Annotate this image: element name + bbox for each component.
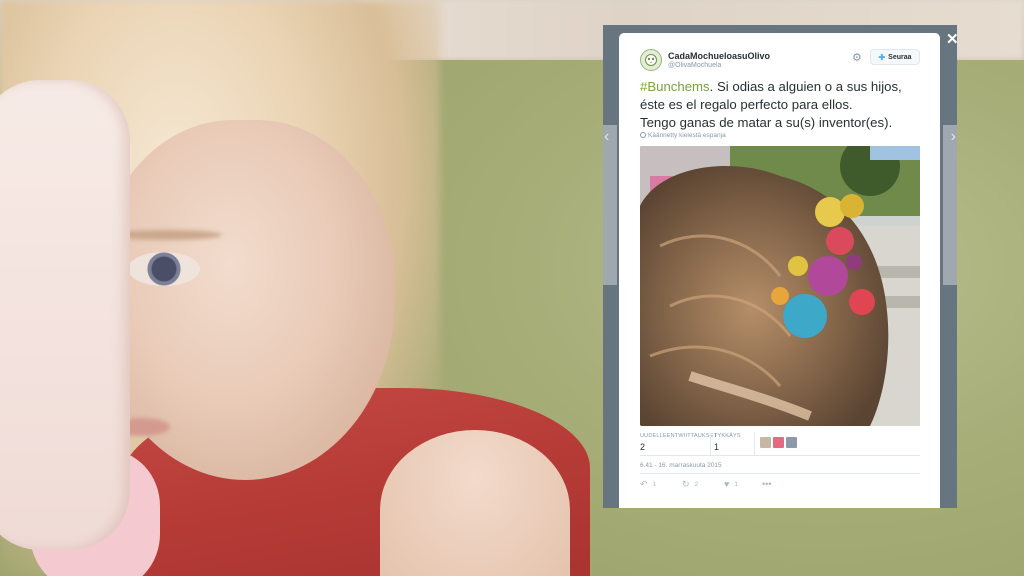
globe-icon [640, 132, 646, 138]
more-button[interactable]: ••• [762, 479, 771, 489]
tweet-timestamp[interactable]: 6.41 - 16. marraskuuta 2015 [640, 462, 722, 469]
tweet-media-photo[interactable] [640, 146, 920, 426]
retweet-count: 2 [694, 481, 699, 488]
translation-label: Käännetty kielestä espanja [648, 132, 726, 139]
follow-button[interactable]: ✚ Seuraa [870, 49, 920, 65]
like-button[interactable]: ♥ 1 [724, 479, 738, 489]
likes-label: TYKKÄYS [714, 433, 741, 439]
tweet-card: CadaMochueloasuOlivo @OlivaMochuela ⚙ ✚ … [619, 33, 940, 508]
add-user-icon: ✚ [878, 52, 886, 62]
liker-avatar[interactable] [786, 437, 797, 448]
retweets-label: UUDELLEENTWIITTAUKSET [640, 433, 718, 439]
tweet-text-line3: Tengo ganas de matar a su(s) inventor(es… [640, 115, 893, 130]
likes-count: 1 [714, 442, 720, 452]
follow-label: Seuraa [888, 53, 912, 61]
avatar[interactable] [640, 49, 662, 71]
gear-icon[interactable]: ⚙ [852, 52, 864, 64]
reply-count: 1 [652, 481, 657, 488]
translation-note[interactable]: Käännetty kielestä espanja [640, 132, 726, 139]
tweet-text: #Bunchems. Si odias a alguien o a sus hi… [640, 78, 930, 132]
chevron-right-icon[interactable]: › [951, 128, 956, 146]
retweet-button[interactable]: ↻ 2 [682, 479, 698, 490]
liker-avatar[interactable] [773, 437, 784, 448]
background-eye [128, 252, 200, 286]
hashtag-link[interactable]: #Bunchems [640, 79, 710, 94]
overlay-strip-right [943, 125, 957, 285]
tweet-actions: ↶ 1 ↻ 2 ♥ 1 ••• [640, 479, 920, 491]
user-handle[interactable]: @OlivaMochuela [668, 62, 721, 69]
retweets-stat[interactable]: UUDELLEENTWIITTAUKSET 2 [640, 433, 717, 452]
tweet-header: CadaMochueloasuOlivo @OlivaMochuela ⚙ ✚ … [640, 49, 920, 73]
tweet-text-line2: éste es el regalo perfecto para ellos. [640, 97, 853, 112]
reply-icon: ↶ [640, 479, 648, 489]
owl-icon [645, 54, 657, 66]
retweet-icon: ↻ [682, 479, 690, 489]
background-shoulder [380, 430, 570, 576]
close-icon[interactable]: ✕ [946, 30, 959, 48]
liker-avatar[interactable] [760, 437, 771, 448]
background-toy [0, 80, 130, 550]
user-name[interactable]: CadaMochueloasuOlivo [668, 51, 770, 61]
more-dots-icon: ••• [762, 479, 772, 489]
chevron-left-icon[interactable]: ‹ [604, 128, 609, 146]
divider [640, 455, 920, 456]
liker-avatars [760, 437, 797, 448]
stat-divider [710, 433, 711, 455]
retweets-count: 2 [640, 442, 646, 452]
likes-stat[interactable]: TYKKÄYS 1 [714, 433, 741, 452]
tweet-text-line1: . Si odias a alguien o a sus hijos, [709, 79, 902, 94]
like-count: 1 [734, 480, 738, 488]
stat-divider [754, 433, 755, 455]
photo-hair-with-bunchems [640, 146, 920, 426]
overlay-strip-left [603, 125, 617, 285]
divider [640, 473, 920, 474]
reply-button[interactable]: ↶ 1 [640, 479, 656, 490]
heart-icon: ♥ [724, 479, 730, 489]
